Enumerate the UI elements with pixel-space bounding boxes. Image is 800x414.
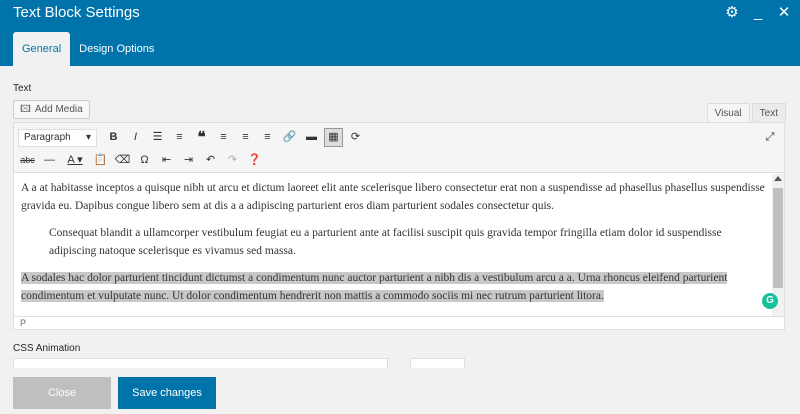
- close-button[interactable]: Close: [13, 377, 111, 409]
- content-blockquote: Consequat blandit a ullamcorper vestibul…: [49, 227, 722, 257]
- text-field-label: Text: [13, 83, 32, 94]
- text-color-icon[interactable]: A ▾: [62, 151, 88, 170]
- format-select[interactable]: Paragraph ▾: [18, 128, 97, 147]
- horizontal-line-icon[interactable]: —: [40, 151, 59, 170]
- modal-header: Text Block Settings ⚙ _ ✕ General Design…: [0, 0, 800, 66]
- toolbar-row-1: Paragraph ▾ B I ☰ ≡ ❝ ≡ ≡ ≡ 🔗 ▬ ▦ ⟳: [18, 128, 365, 147]
- editor-content[interactable]: A a at habitasse inceptos a quisque nibh…: [14, 174, 772, 316]
- blockquote-icon[interactable]: ❝: [192, 128, 211, 147]
- bullet-list-icon[interactable]: ☰: [148, 128, 167, 147]
- chevron-down-icon: ▾: [85, 131, 91, 143]
- read-more-icon[interactable]: ▬: [302, 128, 321, 147]
- undo-icon[interactable]: ↶: [201, 151, 220, 170]
- selected-text: A sodales hac dolor parturient tincidunt…: [21, 272, 728, 302]
- content-paragraph-2: A sodales hac dolor parturient tincidunt…: [21, 270, 765, 305]
- paste-text-icon[interactable]: 📋: [91, 151, 110, 170]
- align-right-icon[interactable]: ≡: [258, 128, 277, 147]
- special-character-icon[interactable]: Ω: [135, 151, 154, 170]
- link-icon[interactable]: 🔗: [280, 128, 299, 147]
- indent-icon[interactable]: ⇥: [179, 151, 198, 170]
- strikethrough-icon[interactable]: abc: [18, 151, 37, 170]
- tab-visual[interactable]: Visual: [706, 103, 750, 122]
- grammarly-icon[interactable]: G: [762, 293, 778, 309]
- add-media-label: Add Media: [34, 104, 83, 115]
- element-path-bar: P: [14, 316, 784, 329]
- gear-icon[interactable]: ⚙: [724, 4, 740, 22]
- clear-formatting-icon[interactable]: ⌫: [113, 151, 132, 170]
- format-select-value: Paragraph: [24, 131, 71, 143]
- editor-toolbar: Paragraph ▾ B I ☰ ≡ ❝ ≡ ≡ ≡ 🔗 ▬ ▦ ⟳ abc …: [14, 123, 784, 173]
- numbered-list-icon[interactable]: ≡: [170, 128, 189, 147]
- scroll-up-icon[interactable]: [774, 176, 782, 181]
- header-icons: ⚙ _ ✕: [724, 4, 792, 22]
- outdent-icon[interactable]: ⇤: [157, 151, 176, 170]
- help-icon[interactable]: ❓: [245, 151, 264, 170]
- save-changes-button[interactable]: Save changes: [118, 377, 216, 409]
- content-paragraph-1: A a at habitasse inceptos a quisque nibh…: [21, 182, 765, 212]
- text-block-settings-modal: Text Block Settings ⚙ _ ✕ General Design…: [0, 0, 800, 414]
- settings-tabs: General Design Options: [13, 32, 163, 66]
- toolbar-toggle-icon[interactable]: ▦: [324, 128, 343, 147]
- modal-footer: Close Save changes: [0, 368, 800, 414]
- scroll-thumb[interactable]: [773, 188, 783, 288]
- editor-mode-tabs: Visual Text: [706, 103, 786, 122]
- redo-icon[interactable]: ↷: [223, 151, 242, 170]
- css-animation-label: CSS Animation: [13, 343, 81, 354]
- align-center-icon[interactable]: ≡: [236, 128, 255, 147]
- refresh-icon[interactable]: ⟳: [346, 128, 365, 147]
- tab-design-options[interactable]: Design Options: [70, 32, 163, 66]
- bold-icon[interactable]: B: [104, 128, 123, 147]
- toolbar-row-2: abc — A ▾ 📋 ⌫ Ω ⇤ ⇥ ↶ ↷ ❓: [18, 151, 264, 170]
- minimize-icon[interactable]: _: [750, 4, 766, 22]
- modal-title: Text Block Settings: [13, 4, 140, 21]
- close-icon[interactable]: ✕: [776, 4, 792, 22]
- rich-text-editor: Paragraph ▾ B I ☰ ≡ ❝ ≡ ≡ ≡ 🔗 ▬ ▦ ⟳ abc …: [13, 122, 785, 330]
- add-media-button[interactable]: 🖾 Add Media: [13, 100, 90, 119]
- align-left-icon[interactable]: ≡: [214, 128, 233, 147]
- tab-general[interactable]: General: [13, 32, 71, 66]
- italic-icon[interactable]: I: [126, 128, 145, 147]
- tab-text[interactable]: Text: [751, 103, 786, 122]
- fullscreen-icon[interactable]: ⤢: [762, 129, 778, 145]
- media-icon: 🖾: [20, 104, 31, 115]
